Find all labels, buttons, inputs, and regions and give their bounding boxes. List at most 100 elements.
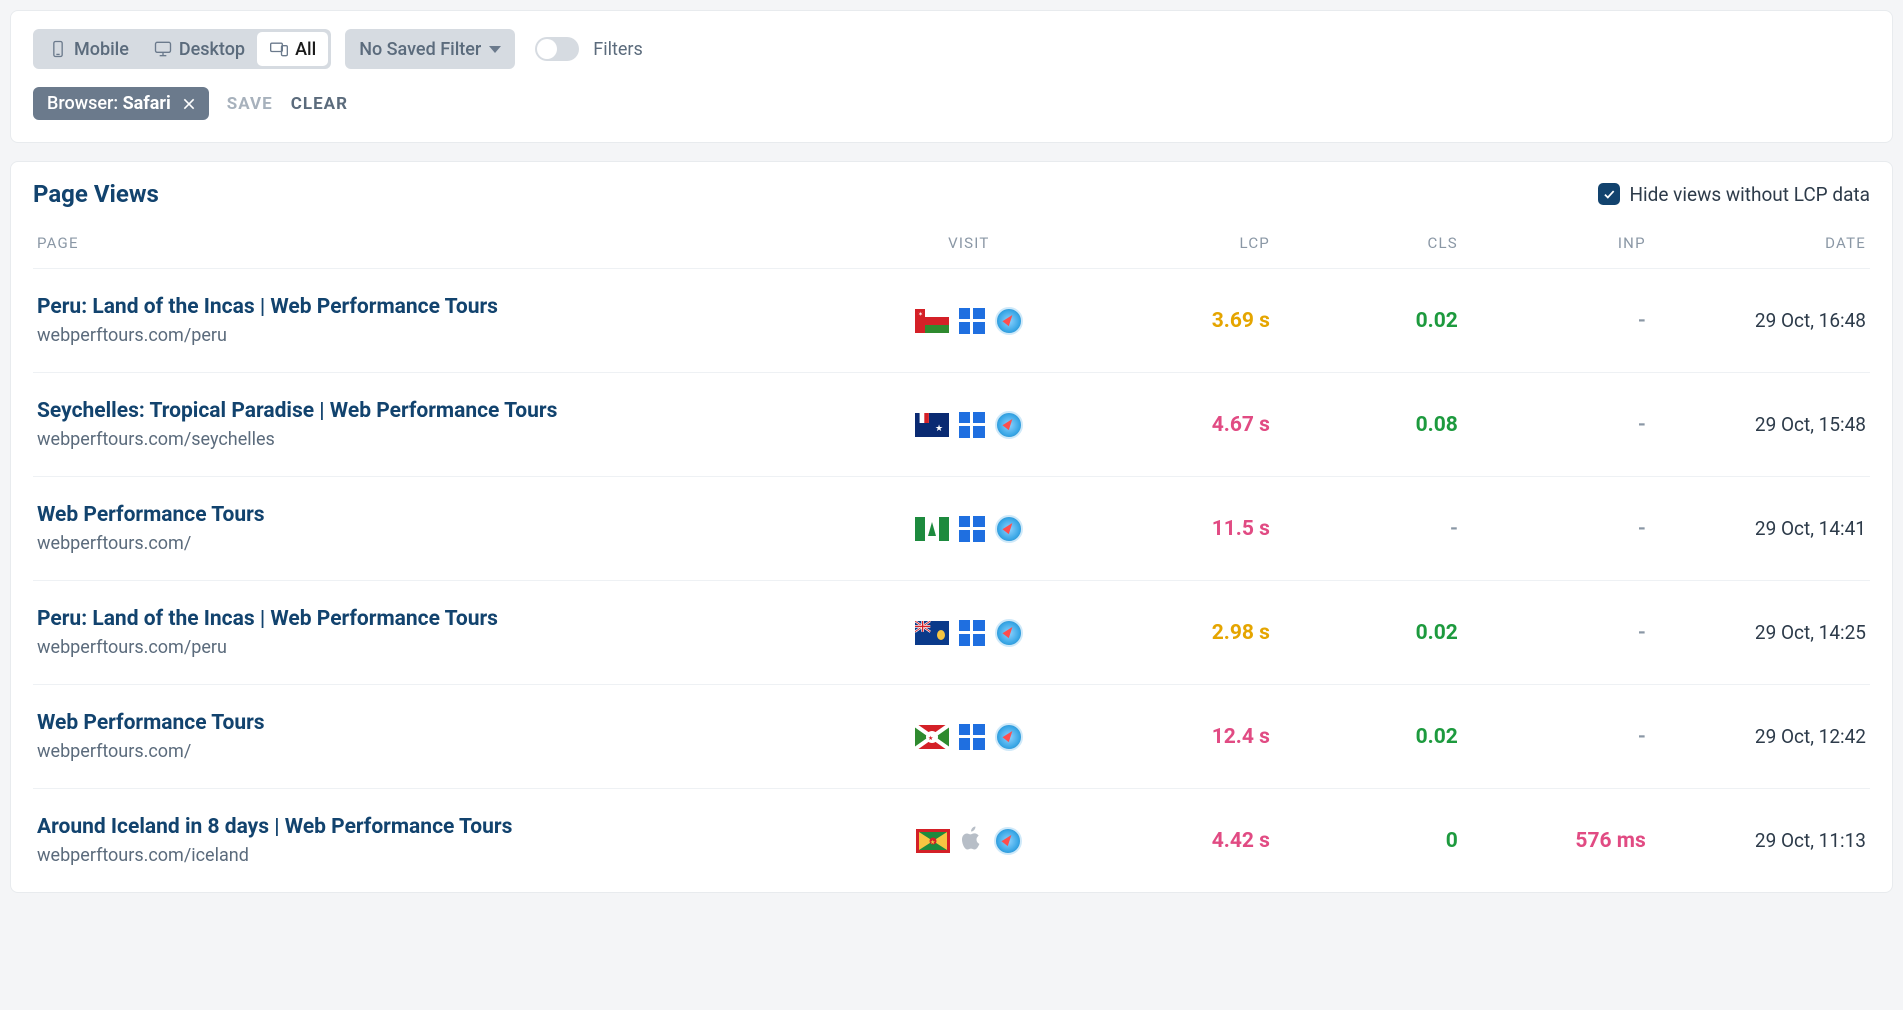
close-icon[interactable] (181, 96, 197, 112)
country-flag-icon (915, 309, 949, 333)
page-url: webperftours.com/peru (37, 325, 846, 346)
page-title-link[interactable]: Around Iceland in 8 days | Web Performan… (37, 815, 846, 839)
windows-icon (959, 724, 985, 750)
country-flag-icon (915, 517, 949, 541)
safari-icon (995, 307, 1023, 335)
page-title-link[interactable]: Peru: Land of the Incas | Web Performanc… (37, 607, 846, 631)
cls-value: - (1280, 517, 1458, 541)
page-cell: Web Performance Tours webperftours.com/ (37, 711, 846, 762)
filters-toggle-label: Filters (593, 39, 643, 60)
date-value: 29 Oct, 14:41 (1656, 517, 1866, 540)
visit-cell (856, 515, 1082, 543)
date-value: 29 Oct, 15:48 (1656, 413, 1866, 436)
table-row[interactable]: Peru: Land of the Incas | Web Performanc… (33, 581, 1870, 685)
country-flag-icon (915, 413, 949, 437)
page-url: webperftours.com/ (37, 741, 846, 762)
device-tab-all[interactable]: All (257, 32, 328, 66)
device-tab-mobile[interactable]: Mobile (36, 32, 141, 66)
device-tab-desktop[interactable]: Desktop (141, 32, 257, 66)
cls-value: 0 (1280, 829, 1458, 853)
inp-value: - (1468, 413, 1646, 437)
device-tab-desktop-label: Desktop (179, 39, 245, 60)
windows-icon (959, 308, 985, 334)
country-flag-icon (916, 829, 950, 853)
inp-value: - (1468, 309, 1646, 333)
save-button[interactable]: SAVE (227, 94, 273, 114)
lcp-value: 12.4 s (1092, 725, 1270, 749)
apple-icon (960, 825, 984, 856)
date-value: 29 Oct, 16:48 (1656, 309, 1866, 332)
device-segmented-control: Mobile Desktop All (33, 29, 331, 69)
col-date[interactable]: DATE (1656, 234, 1866, 252)
filters-toggle[interactable] (535, 37, 579, 61)
page-title-link[interactable]: Seychelles: Tropical Paradise | Web Perf… (37, 399, 846, 423)
filters-toggle-group: Filters (535, 37, 643, 61)
country-flag-icon (915, 621, 949, 645)
hide-lcp-label: Hide views without LCP data (1630, 183, 1871, 206)
page-url: webperftours.com/ (37, 533, 846, 554)
saved-filter-dropdown[interactable]: No Saved Filter (345, 29, 515, 69)
lcp-value: 3.69 s (1092, 309, 1270, 333)
page-cell: Around Iceland in 8 days | Web Performan… (37, 815, 846, 866)
visit-cell (856, 825, 1082, 856)
section-title: Page Views (33, 180, 159, 208)
inp-value: - (1468, 725, 1646, 749)
table-row[interactable]: Web Performance Tours webperftours.com/11… (33, 477, 1870, 581)
cls-value: 0.08 (1280, 413, 1458, 437)
rows-container: Peru: Land of the Incas | Web Performanc… (33, 269, 1870, 892)
device-tab-all-label: All (295, 39, 316, 60)
page-cell: Web Performance Tours webperftours.com/ (37, 503, 846, 554)
col-page[interactable]: PAGE (37, 234, 846, 252)
column-headers: PAGE VISIT LCP CLS INP DATE (33, 226, 1870, 269)
devices-icon (269, 39, 289, 59)
filter-toolbar: Mobile Desktop All No Saved Filter Filte… (10, 10, 1893, 143)
date-value: 29 Oct, 12:42 (1656, 725, 1866, 748)
filter-chip-prefix: Browser: (47, 93, 118, 114)
col-cls[interactable]: CLS (1280, 234, 1458, 252)
inp-value: - (1468, 517, 1646, 541)
inp-value: - (1468, 621, 1646, 645)
windows-icon (959, 620, 985, 646)
col-lcp[interactable]: LCP (1092, 234, 1270, 252)
checkbox-checked-icon (1598, 183, 1620, 205)
page-title-link[interactable]: Web Performance Tours (37, 711, 846, 735)
saved-filter-label: No Saved Filter (359, 39, 481, 60)
table-row[interactable]: Web Performance Tours webperftours.com/12… (33, 685, 1870, 789)
toolbar-row-2: Browser: Safari SAVE CLEAR (33, 87, 1870, 120)
lcp-value: 11.5 s (1092, 517, 1270, 541)
visit-cell (856, 619, 1082, 647)
page-url: webperftours.com/peru (37, 637, 846, 658)
table-row[interactable]: Seychelles: Tropical Paradise | Web Perf… (33, 373, 1870, 477)
safari-icon (995, 515, 1023, 543)
safari-icon (995, 619, 1023, 647)
date-value: 29 Oct, 14:25 (1656, 621, 1866, 644)
lcp-value: 2.98 s (1092, 621, 1270, 645)
filter-chip-browser[interactable]: Browser: Safari (33, 87, 209, 120)
device-tab-mobile-label: Mobile (74, 39, 129, 60)
col-inp[interactable]: INP (1468, 234, 1646, 252)
table-row[interactable]: Around Iceland in 8 days | Web Performan… (33, 789, 1870, 892)
page-url: webperftours.com/iceland (37, 845, 846, 866)
section-header: Page Views Hide views without LCP data (33, 180, 1870, 208)
windows-icon (959, 516, 985, 542)
clear-button[interactable]: CLEAR (291, 94, 348, 114)
cls-value: 0.02 (1280, 621, 1458, 645)
col-visit[interactable]: VISIT (856, 234, 1082, 252)
mobile-icon (48, 39, 68, 59)
page-title-link[interactable]: Web Performance Tours (37, 503, 846, 527)
page-cell: Peru: Land of the Incas | Web Performanc… (37, 295, 846, 346)
chevron-down-icon (489, 46, 501, 53)
safari-icon (995, 723, 1023, 751)
page-views-card: Page Views Hide views without LCP data P… (10, 161, 1893, 893)
page-title-link[interactable]: Peru: Land of the Incas | Web Performanc… (37, 295, 846, 319)
page-cell: Seychelles: Tropical Paradise | Web Perf… (37, 399, 846, 450)
desktop-icon (153, 39, 173, 59)
table-row[interactable]: Peru: Land of the Incas | Web Performanc… (33, 269, 1870, 373)
date-value: 29 Oct, 11:13 (1656, 829, 1866, 852)
page-url: webperftours.com/seychelles (37, 429, 846, 450)
cls-value: 0.02 (1280, 725, 1458, 749)
visit-cell (856, 307, 1082, 335)
hide-lcp-checkbox[interactable]: Hide views without LCP data (1598, 183, 1871, 206)
visit-cell (856, 723, 1082, 751)
lcp-value: 4.42 s (1092, 829, 1270, 853)
